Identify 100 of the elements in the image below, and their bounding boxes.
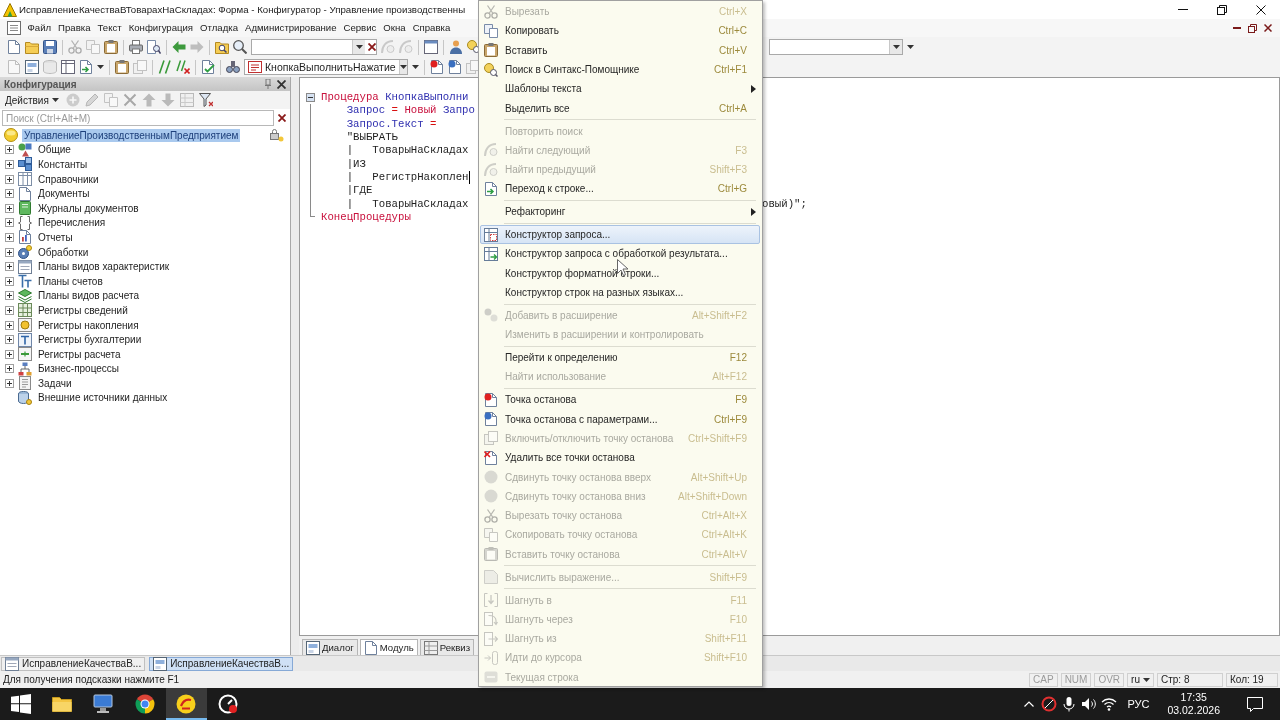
expand-icon[interactable] (5, 320, 14, 330)
editor-tab[interactable]: Диалог (302, 639, 358, 655)
columns-window-icon[interactable] (61, 60, 75, 74)
menu-item[interactable]: Администрирование (241, 20, 340, 36)
ring-icon[interactable] (1041, 696, 1058, 712)
page-check-icon[interactable] (201, 60, 215, 74)
tree-item[interactable]: Справочники (36, 172, 101, 186)
menu-item[interactable]: Справка (409, 20, 454, 36)
notification-icon[interactable] (1247, 696, 1263, 712)
tree-item[interactable]: Планы видов расчета (36, 289, 141, 303)
menu-item[interactable]: Конфигурация (125, 20, 197, 36)
chevron-up-icon[interactable] (1024, 701, 1035, 707)
expand-icon[interactable] (5, 349, 14, 359)
uncomment-icon[interactable] (176, 60, 190, 74)
editor-tab[interactable]: Реквиз (419, 639, 475, 655)
expand-icon[interactable] (5, 160, 14, 169)
filter-icon[interactable] (198, 93, 213, 107)
tree-item[interactable]: Регистры сведений (36, 303, 130, 317)
microphone-icon[interactable] (1061, 696, 1078, 712)
window-icon[interactable] (424, 40, 438, 54)
expand-icon[interactable] (5, 145, 14, 155)
tree-item[interactable]: Регистры накопления (36, 318, 141, 332)
minimize-icon[interactable] (1177, 9, 1188, 10)
restore-icon[interactable] (1216, 4, 1227, 15)
form-icon[interactable] (25, 60, 39, 74)
new-page-icon[interactable] (7, 40, 21, 54)
tree-item[interactable]: Отчеты (36, 230, 75, 244)
tree-item[interactable]: Обработки (36, 245, 91, 259)
actions-menu[interactable]: Действия (3, 92, 61, 108)
tree-item[interactable]: УправлениеПроизводственнымПредприятием (22, 128, 241, 142)
menu-item[interactable]: Точка останова с параметрами... Ctrl+F9 (480, 409, 760, 429)
menu-item[interactable]: Сервис (339, 20, 380, 36)
menu-item[interactable]: Поиск в Синтакс-Помощнике Ctrl+F1 (480, 59, 760, 80)
menu-item[interactable]: Удалить все точки останова (480, 448, 760, 468)
tree-item[interactable]: Регистры бухгалтерии (36, 333, 144, 347)
restore-icon[interactable] (1248, 23, 1257, 33)
menu-item[interactable]: Текст (94, 20, 126, 36)
speaker-icon[interactable] (1081, 696, 1098, 712)
expand-icon[interactable] (5, 364, 14, 374)
caret-down-icon[interactable] (97, 65, 104, 69)
tree-item[interactable]: Внешние источники данных (36, 391, 170, 405)
expand-icon[interactable] (5, 218, 14, 228)
gauge-icon[interactable] (217, 694, 238, 714)
page-badge-icon[interactable] (448, 60, 462, 74)
search-combo[interactable] (251, 39, 377, 55)
pin-icon[interactable] (265, 79, 271, 89)
search-field[interactable]: Поиск (Ctrl+Alt+M) (2, 110, 274, 126)
collapse-icon[interactable] (306, 93, 315, 103)
expand-icon[interactable] (5, 247, 14, 257)
expand-icon[interactable] (5, 262, 14, 272)
tree-item[interactable]: Планы видов характеристик (36, 260, 172, 274)
printer-icon[interactable] (129, 40, 143, 54)
menu-item[interactable]: Вставить Ctrl+V (480, 40, 760, 60)
clear-icon[interactable] (368, 43, 376, 51)
menu-item[interactable]: Конструктор форматной строки... (480, 263, 760, 283)
menu-item[interactable]: Отладка (196, 20, 242, 36)
combo-field[interactable] (769, 39, 903, 55)
tree-item[interactable]: Константы (36, 158, 90, 171)
menu-item[interactable]: Копировать Ctrl+C (480, 21, 760, 41)
expand-icon[interactable] (5, 232, 14, 242)
expand-icon[interactable] (5, 291, 14, 301)
menu-item[interactable]: Переход к строке... Ctrl+G (480, 179, 760, 199)
tree-item[interactable]: Перечисления (36, 216, 108, 230)
menu-item[interactable]: Выделить все Ctrl+A (480, 98, 760, 118)
computer-icon[interactable] (93, 694, 114, 714)
menu-item[interactable]: Конструктор строк на разных языках... (480, 282, 760, 303)
tree-item[interactable]: Планы счетов (36, 274, 105, 288)
comment-icon[interactable] (158, 60, 172, 74)
expand-icon[interactable] (5, 305, 14, 315)
binoculars-icon[interactable] (226, 60, 240, 74)
expand-icon[interactable] (5, 335, 14, 345)
procedure-selector[interactable]: КнопкаВыполнитьНажатие (244, 59, 408, 75)
menu-item[interactable]: Файл (24, 20, 55, 36)
expand-icon[interactable] (5, 174, 14, 184)
expand-icon[interactable] (5, 378, 14, 388)
page-arrow-icon[interactable] (79, 60, 93, 74)
clear-icon[interactable] (278, 114, 286, 122)
menu-item[interactable]: Конструктор запроса с обработкой результата... (480, 244, 760, 264)
expand-icon[interactable] (5, 276, 14, 286)
start-icon[interactable] (10, 694, 31, 714)
close-icon[interactable] (1255, 4, 1266, 15)
tree-item[interactable]: Документы (36, 187, 92, 201)
browser-icon[interactable] (134, 694, 155, 714)
menu-item[interactable]: Шаблоны текста (480, 79, 760, 99)
keyboard-language[interactable]: РУС (1119, 698, 1158, 710)
wifi-icon[interactable] (1101, 696, 1118, 712)
menu-item[interactable]: Рефакторинг (480, 202, 760, 222)
menu-item[interactable]: Окна (379, 20, 410, 36)
tree-item[interactable]: Задачи (36, 376, 74, 390)
window-tab[interactable]: ИсправлениеКачестваВ... (149, 656, 294, 671)
person-icon[interactable] (449, 40, 463, 54)
menu-item[interactable]: Правка (54, 20, 94, 36)
window-tab[interactable]: ИсправлениеКачестваВ... (1, 656, 146, 671)
menu-item[interactable]: Перейти к определению F12 (480, 348, 760, 368)
tree-item[interactable]: Общие (36, 143, 73, 157)
left-arrow-icon[interactable] (172, 40, 186, 54)
expand-icon[interactable] (5, 203, 14, 213)
window-menu-icon[interactable] (7, 21, 21, 35)
menu-item[interactable]: Точка останова F9 (480, 390, 760, 410)
caret-down-icon[interactable] (355, 45, 363, 49)
